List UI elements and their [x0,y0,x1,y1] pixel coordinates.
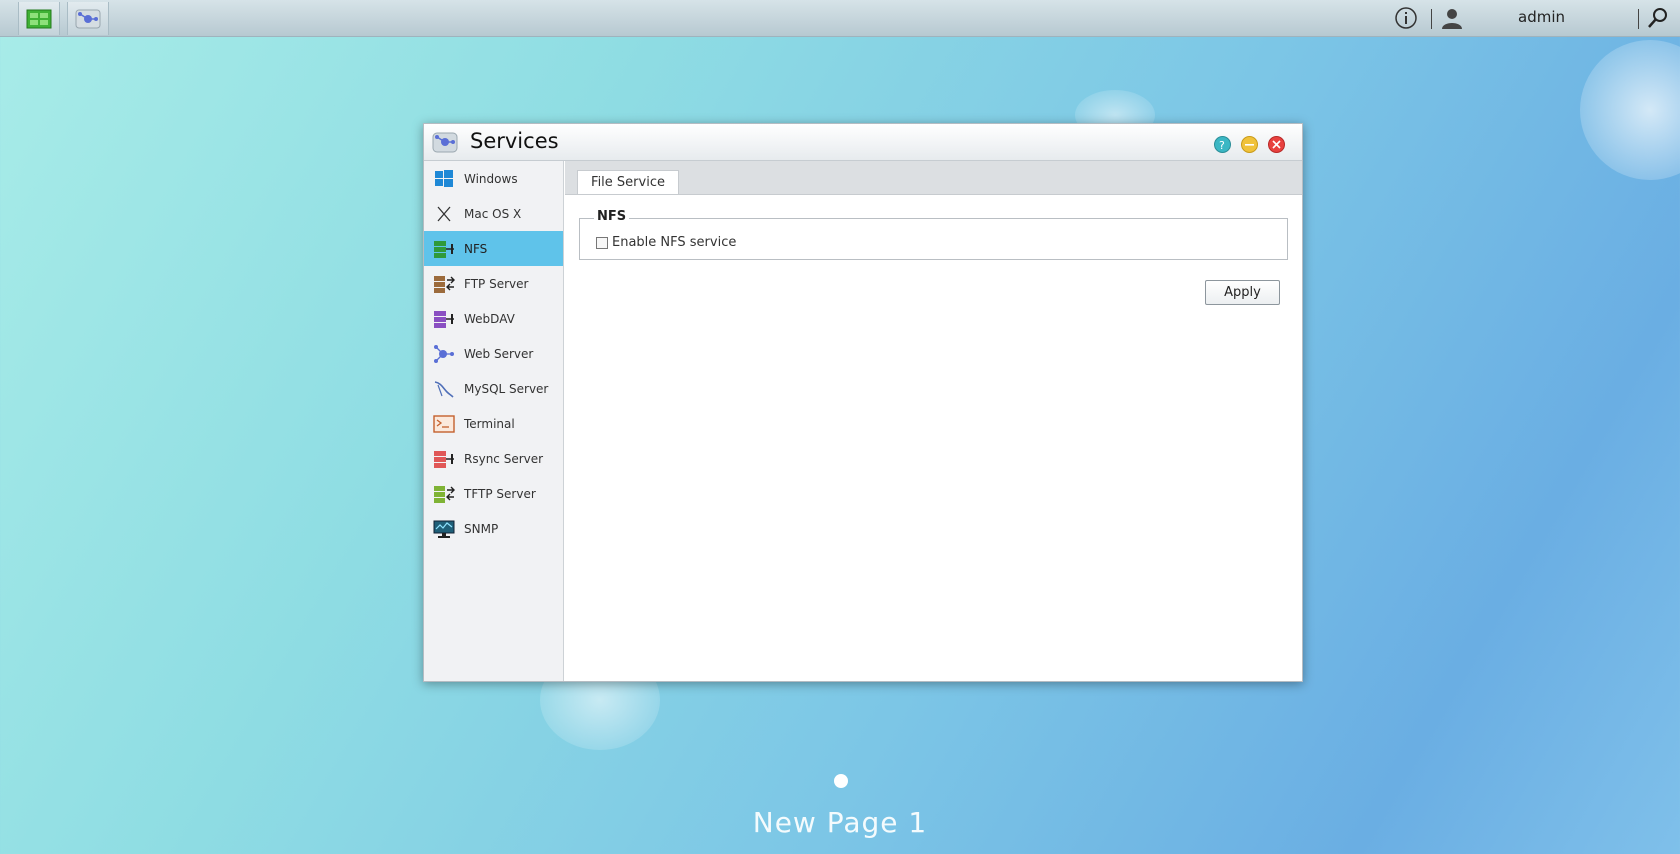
search-icon [1648,8,1667,28]
enable-nfs-row: Enable NFS service [596,235,736,250]
page-label: New Page 1 [752,806,928,839]
sidebar-item-nfs[interactable]: NFS [424,231,563,266]
sidebar-item-label: Rsync Server [464,451,544,466]
services-app-icon [75,9,101,28]
sidebar-item-label: MySQL Server [464,381,549,396]
sidebar-item-label: NFS [464,241,488,256]
search-button[interactable] [1647,7,1669,33]
user-menu-button[interactable] [1440,6,1464,34]
sidebar-item-label: Terminal [464,416,515,431]
tftp-icon [432,483,456,505]
nfs-icon [432,238,456,260]
services-app-button[interactable] [67,2,109,35]
window-title: Services [470,129,559,153]
sidebar-item-label: Mac OS X [464,206,522,221]
nfs-group: NFS Enable NFS service [579,209,1288,260]
sidebar-item-macos[interactable]: Mac OS X [424,196,563,231]
sidebar-item-label: WebDAV [464,311,515,326]
divider [1638,9,1639,29]
sidebar-item-tftp-server[interactable]: TFTP Server [424,476,563,511]
rsync-icon [432,448,456,470]
app-manager-icon [26,9,52,28]
mysql-icon [432,378,456,400]
sidebar-item-label: FTP Server [464,276,529,291]
sidebar-item-label: Windows [464,171,518,186]
help-icon: ? [1219,139,1225,152]
ftp-icon [432,273,456,295]
info-button[interactable] [1394,6,1418,34]
sidebar-item-snmp[interactable]: SNMP [424,511,563,546]
info-icon [1395,7,1417,29]
services-sidebar: Windows Mac OS X NFS FTP Server WebDAV W… [424,161,564,681]
terminal-icon [432,413,456,435]
sidebar-item-label: SNMP [464,521,499,536]
close-icon [1272,140,1281,149]
minimize-button[interactable] [1241,136,1258,153]
page-indicator-dot[interactable] [834,774,848,788]
apply-button[interactable]: Apply [1205,280,1280,305]
taskbar: admin [0,0,1680,37]
sidebar-item-webdav[interactable]: WebDAV [424,301,563,336]
divider [1431,9,1432,29]
window-titlebar[interactable]: Services ? [424,124,1302,161]
enable-nfs-label[interactable]: Enable NFS service [612,235,736,250]
macos-icon [432,203,456,225]
sidebar-item-ftp-server[interactable]: FTP Server [424,266,563,301]
windows-icon [432,168,456,190]
user-icon [1442,9,1462,29]
snmp-icon [432,518,456,540]
webdav-icon [432,308,456,330]
services-window-icon [432,130,458,158]
svg-text:?: ? [1219,139,1225,152]
minimize-icon [1245,144,1254,146]
close-button[interactable] [1268,136,1285,153]
sidebar-item-web-server[interactable]: Web Server [424,336,563,371]
username[interactable]: admin [1518,8,1565,26]
tab-bar: File Service [565,161,1302,195]
sidebar-item-label: Web Server [464,346,534,361]
sidebar-item-mysql-server[interactable]: MySQL Server [424,371,563,406]
group-title: NFS [594,209,630,224]
sidebar-item-terminal[interactable]: Terminal [424,406,563,441]
tab-file-service[interactable]: File Service [577,170,679,194]
enable-nfs-checkbox[interactable] [596,236,608,249]
sidebar-item-windows[interactable]: Windows [424,161,563,196]
services-window: Services ? Windows Mac OS X NFS FTP Serv… [423,123,1303,682]
web-server-icon [432,343,456,365]
sidebar-item-rsync-server[interactable]: Rsync Server [424,441,563,476]
sidebar-item-label: TFTP Server [464,486,536,501]
help-button[interactable]: ? [1214,136,1231,153]
app-manager-button[interactable] [18,2,60,35]
